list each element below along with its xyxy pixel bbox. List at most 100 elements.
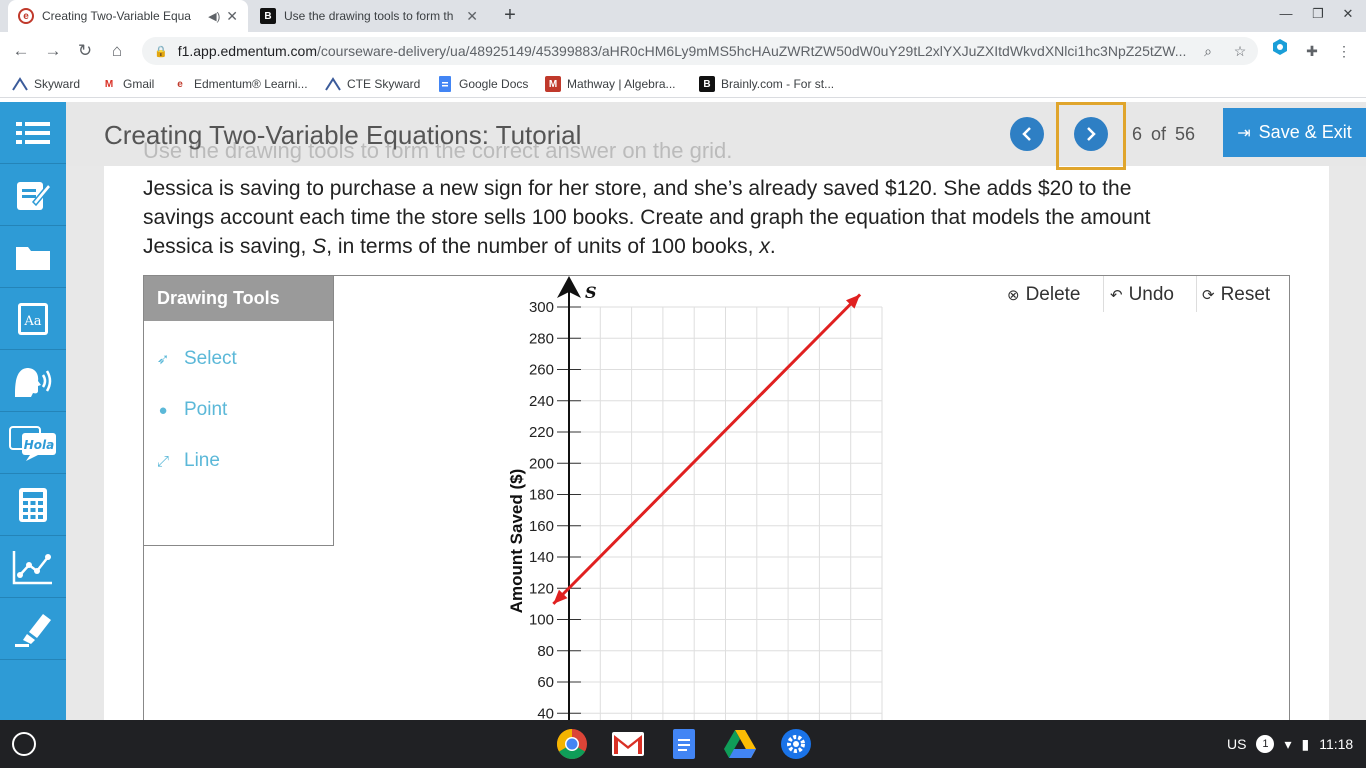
y-tick-label: 80 [537, 643, 554, 660]
os-shelf: US 1 ▾ ▮ 11:18 [0, 720, 1366, 768]
folder-icon [16, 246, 50, 270]
tab-creating-equations[interactable]: e Creating Two-Variable Equa ◀) ✕ [8, 0, 248, 32]
app-sidebar: Aa Hola [0, 102, 66, 720]
chevron-right-icon [1087, 127, 1096, 141]
delete-label: Delete [1025, 284, 1081, 305]
zoom-icon[interactable]: ⌕ [1194, 37, 1222, 65]
y-axis-title: Amount Saved ($) [507, 469, 526, 614]
battery-icon: ▮ [1301, 735, 1310, 752]
gmail-icon: M [104, 78, 114, 90]
y-tick-label: 60 [537, 674, 554, 691]
y-tick-label: 280 [529, 330, 554, 347]
sidebar-folder[interactable] [0, 226, 66, 288]
close-tab-icon[interactable]: ✕ [466, 8, 478, 25]
lesson-header: Use the drawing tools to form the correc… [66, 102, 1366, 170]
extension-hexagon-icon[interactable] [1266, 37, 1294, 65]
bookmark-star-icon[interactable]: ☆ [1226, 37, 1254, 65]
save-exit-label: Save & Exit [1258, 122, 1352, 142]
page-of: of [1151, 124, 1167, 144]
home-icon[interactable]: ⌂ [106, 40, 128, 62]
dictionary-book-icon: Aa [18, 302, 48, 335]
tab-title: Use the drawing tools to form th [284, 9, 454, 23]
y-tick-label: 260 [529, 362, 554, 379]
page-current: 6 [1132, 124, 1143, 144]
bookmark-cte-skyward[interactable]: CTE Skyward [325, 75, 420, 93]
locale-indicator: US [1227, 736, 1247, 752]
bookmark-gmail[interactable]: M Gmail [101, 75, 155, 93]
reload-icon[interactable]: ↻ [74, 40, 96, 62]
edmentum-icon: e [177, 78, 183, 90]
back-icon[interactable]: ← [10, 40, 32, 62]
highlighter-icon [15, 613, 51, 647]
question-fragment: . [769, 235, 776, 258]
tool-label: Select [184, 348, 237, 369]
forward-icon[interactable]: → [42, 40, 64, 62]
previous-page-button[interactable] [1010, 117, 1044, 151]
bookmark-skyward[interactable]: Skyward [12, 75, 80, 93]
line-tool[interactable]: ⤢ Line [152, 448, 220, 474]
window-close-icon[interactable]: ✕ [1338, 6, 1358, 22]
point-tool[interactable]: ● Point [152, 397, 227, 423]
question-line: Jessica is saving to purchase a new sign… [143, 177, 1132, 200]
page-indicator: 6 of 56 [1132, 124, 1204, 145]
chrome-app-icon[interactable] [555, 727, 589, 761]
status-tray[interactable]: US 1 ▾ ▮ 11:18 [1212, 729, 1366, 759]
extensions-puzzle-icon[interactable]: ✚ [1298, 37, 1326, 65]
drawing-tools-title: Drawing Tools [144, 276, 333, 321]
skyward-icon [12, 76, 28, 92]
bookmark-label: Google Docs [459, 77, 529, 91]
tab-drawing-tools[interactable]: B Use the drawing tools to form th ✕ [250, 0, 488, 32]
sidebar-text-to-speech[interactable] [0, 350, 66, 412]
menu-dots-icon[interactable]: ⋮ [1330, 37, 1358, 65]
bookmark-mathway[interactable]: M Mathway | Algebra... [545, 75, 676, 93]
sidebar-calculator[interactable] [0, 474, 66, 536]
sidebar-menu[interactable] [0, 102, 66, 164]
bookmark-label: CTE Skyward [347, 77, 421, 91]
select-tool[interactable]: ➶ Select [152, 346, 237, 372]
browser-tab-bar: e Creating Two-Variable Equa ◀) ✕ B Use … [0, 0, 1366, 32]
bookmark-label: Mathway | Algebra... [567, 77, 676, 91]
bookmark-google-docs[interactable]: Google Docs [437, 75, 528, 93]
new-tab-icon[interactable]: + [498, 4, 522, 28]
select-cursor-icon: ➶ [156, 351, 170, 368]
sidebar-dictionary[interactable]: Aa [0, 288, 66, 350]
reset-button[interactable]: ⟳ Reset [1202, 282, 1270, 308]
next-page-button[interactable] [1074, 117, 1108, 151]
restore-icon[interactable]: ❐ [1308, 6, 1328, 22]
sidebar-notes[interactable] [0, 164, 66, 226]
gmail-app-icon[interactable] [611, 727, 645, 761]
reset-label: Reset [1220, 284, 1271, 305]
delete-button[interactable]: ⊗ Delete [1007, 282, 1081, 308]
lock-icon: 🔒 [154, 45, 168, 58]
address-bar[interactable]: 🔒 f1.app.edmentum.com /courseware-delive… [142, 37, 1258, 65]
calculator-icon [19, 487, 47, 522]
bookmark-label: Gmail [123, 77, 155, 91]
y-tick-label: 180 [529, 487, 554, 504]
y-axis-variable-label: S [585, 283, 597, 302]
settings-app-icon[interactable] [779, 727, 813, 761]
minimize-icon[interactable]: — [1276, 6, 1296, 21]
url-path: /courseware-delivery/ua/48925149/4539988… [317, 43, 1187, 59]
question-text: Jessica is saving to purchase a new sign… [143, 174, 1293, 261]
tool-label: Line [184, 450, 220, 471]
undo-button[interactable]: ↶ Undo [1110, 282, 1174, 308]
question-line: Jessica is saving, S, in terms of the nu… [143, 232, 1293, 261]
docs-app-icon[interactable] [667, 727, 701, 761]
close-tab-icon[interactable]: ✕ [226, 8, 238, 25]
y-tick-label: 140 [529, 549, 554, 566]
sidebar-graph[interactable] [0, 536, 66, 598]
undo-arrow-icon: ↶ [1110, 287, 1123, 304]
exit-door-icon: ⇥ [1237, 124, 1251, 142]
sidebar-highlighter[interactable] [0, 598, 66, 660]
save-exit-button[interactable]: ⇥ Save & Exit [1223, 108, 1366, 157]
sidebar-translation[interactable]: Hola [0, 412, 66, 474]
menu-list-icon [16, 121, 50, 144]
bookmark-edmentum[interactable]: e Edmentum® Learni... [172, 75, 307, 93]
drive-app-icon[interactable] [723, 727, 757, 761]
chevron-left-icon [1022, 127, 1031, 141]
y-tick-label: 200 [529, 455, 554, 472]
launcher-icon[interactable] [12, 732, 36, 756]
bookmark-brainly[interactable]: B Brainly.com - For st... [699, 75, 834, 93]
y-tick-label: 120 [529, 580, 554, 597]
y-tick-label: 300 [529, 299, 554, 316]
